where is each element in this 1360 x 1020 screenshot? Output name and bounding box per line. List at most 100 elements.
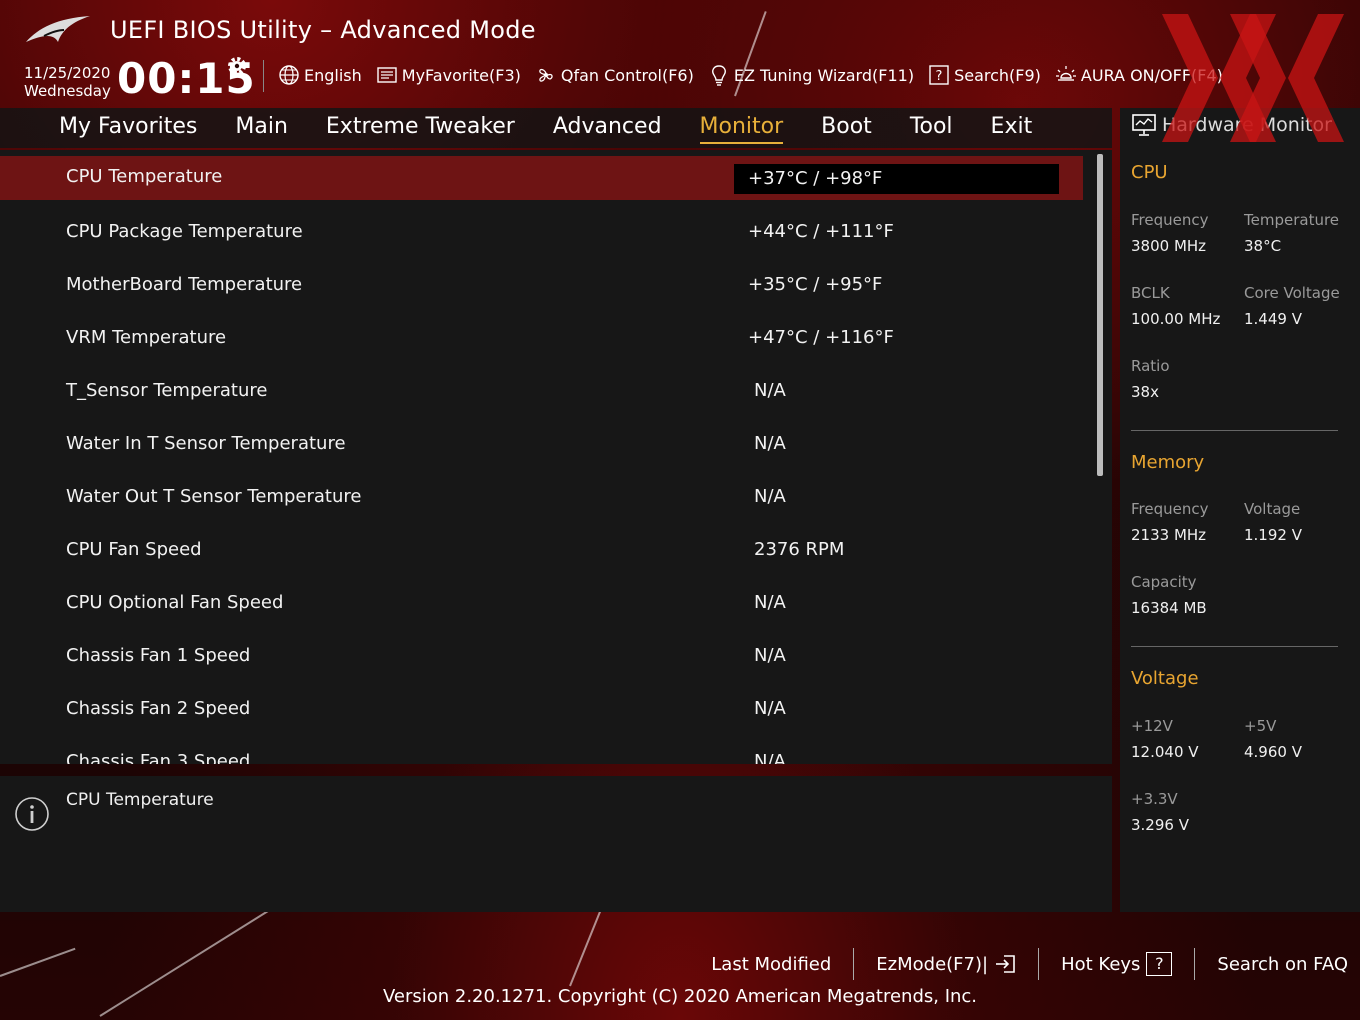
myfavorite-button[interactable]: MyFavorite(F3) (376, 64, 521, 86)
ez-tuning-wizard-label: EZ Tuning Wizard(F11) (733, 65, 915, 85)
core-voltage-value: 1.449 V (1244, 310, 1302, 328)
row-label: Chassis Fan 2 Speed (66, 698, 251, 719)
bclk-value: 100.00 MHz (1131, 310, 1221, 328)
help-key-icon: ? (1146, 952, 1173, 976)
v5-value: 4.960 V (1244, 743, 1302, 761)
tab-boot[interactable]: Boot (802, 108, 891, 148)
last-modified-label: Last Modified (711, 953, 832, 975)
cpu-frequency-label: Frequency (1131, 211, 1209, 229)
qfan-control-button[interactable]: Qfan Control(F6) (535, 64, 694, 86)
cpu-temperature-label: Temperature (1244, 211, 1340, 229)
bclk-label: BCLK (1131, 284, 1170, 302)
last-modified-button[interactable]: Last Modified (689, 948, 853, 980)
cpu-section-heading: CPU (1131, 162, 1168, 183)
cpu-frequency-value: 3800 MHz (1131, 237, 1207, 255)
favorite-icon (377, 67, 397, 83)
row-value: N/A (754, 380, 786, 401)
list-item[interactable]: T_Sensor Temperature N/A (0, 368, 1083, 412)
monitor-list[interactable]: CPU Temperature +37°C / +98°F CPU Packag… (0, 150, 1112, 764)
memory-capacity-label: Capacity (1131, 573, 1197, 591)
help-panel: CPU Temperature (0, 776, 1112, 912)
hardware-monitor-panel: Hardware Monitor CPU Frequency 3800 MHz … (1120, 108, 1360, 912)
hot-keys-label: Hot Keys (1061, 953, 1141, 975)
list-item[interactable]: Chassis Fan 3 Speed N/A (0, 739, 1083, 764)
row-label: VRM Temperature (66, 327, 227, 348)
language-button[interactable]: English (278, 64, 362, 86)
list-item[interactable]: CPU Optional Fan Speed N/A (0, 580, 1083, 624)
date-display: 11/25/2020 Wednesday (24, 64, 111, 100)
row-label: Water In T Sensor Temperature (66, 433, 346, 454)
app-title: UEFI BIOS Utility – Advanced Mode (110, 16, 536, 44)
row-label: Chassis Fan 1 Speed (66, 645, 251, 666)
rog-logo-icon (26, 16, 90, 42)
list-item[interactable]: MotherBoard Temperature +35°C / +95°F (0, 262, 1083, 306)
list-item[interactable]: Water In T Sensor Temperature N/A (0, 421, 1083, 465)
search-faq-button[interactable]: Search on FAQ (1194, 948, 1348, 980)
scrollbar[interactable] (1097, 154, 1103, 476)
list-item[interactable]: VRM Temperature +47°C / +116°F (0, 315, 1083, 359)
row-value: N/A (754, 751, 786, 764)
memory-voltage-label: Voltage (1244, 500, 1301, 518)
memory-capacity-value: 16384 MB (1131, 599, 1207, 617)
voltage-section-heading: Voltage (1131, 668, 1199, 689)
v33-value: 3.296 V (1131, 816, 1189, 834)
list-item[interactable]: Water Out T Sensor Temperature N/A (0, 474, 1083, 518)
row-label: T_Sensor Temperature (66, 380, 268, 401)
row-value: +35°C / +95°F (748, 274, 883, 295)
tab-my-favorites[interactable]: My Favorites (40, 108, 216, 148)
row-label: CPU Package Temperature (66, 221, 303, 242)
search-label: Search(F9) (954, 65, 1041, 85)
row-label: CPU Optional Fan Speed (66, 592, 284, 613)
memory-frequency-label: Frequency (1131, 500, 1209, 518)
ezmode-label: EzMode(F7)| (876, 953, 989, 975)
section-divider (1131, 646, 1338, 647)
list-item-selected[interactable]: CPU Temperature +37°C / +98°F (0, 156, 1083, 200)
myfavorite-label: MyFavorite(F3) (401, 65, 521, 85)
weekday-text: Wednesday (24, 82, 111, 100)
v12-value: 12.040 V (1131, 743, 1199, 761)
main-tab-bar: My Favorites Main Extreme Tweaker Advanc… (0, 108, 1112, 148)
row-value: N/A (754, 433, 786, 454)
ratio-value: 38x (1131, 383, 1159, 401)
row-value: 2376 RPM (754, 539, 845, 560)
row-value-box: +37°C / +98°F (734, 164, 1059, 194)
gear-icon[interactable] (225, 54, 249, 78)
section-divider (1131, 430, 1338, 431)
v12-label: +12V (1131, 717, 1173, 735)
core-voltage-label: Core Voltage (1244, 284, 1340, 302)
ezmode-button[interactable]: EzMode(F7)| (853, 948, 1038, 980)
row-value: N/A (754, 645, 786, 666)
list-item[interactable]: Chassis Fan 2 Speed N/A (0, 686, 1083, 730)
exit-arrow-icon (996, 955, 1015, 973)
row-value: +44°C / +111°F (748, 221, 894, 242)
list-item[interactable]: Chassis Fan 1 Speed N/A (0, 633, 1083, 677)
tab-main[interactable]: Main (216, 108, 307, 148)
language-label: English (304, 65, 362, 85)
date-text: 11/25/2020 (24, 64, 111, 82)
row-value: N/A (754, 486, 786, 507)
row-label: CPU Fan Speed (66, 539, 202, 560)
row-label: Chassis Fan 3 Speed (66, 751, 251, 764)
tab-exit[interactable]: Exit (972, 108, 1052, 148)
tab-monitor[interactable]: Monitor (681, 108, 803, 148)
rog-watermark-icon (1162, 14, 1344, 142)
tab-extreme-tweaker[interactable]: Extreme Tweaker (307, 108, 534, 148)
monitor-icon (1132, 114, 1156, 136)
hot-keys-button[interactable]: Hot Keys ? (1038, 948, 1194, 980)
header-divider (263, 60, 264, 92)
row-label: Water Out T Sensor Temperature (66, 486, 362, 507)
globe-icon (279, 65, 299, 85)
list-item[interactable]: CPU Package Temperature +44°C / +111°F (0, 209, 1083, 253)
tab-advanced[interactable]: Advanced (534, 108, 681, 148)
search-faq-label: Search on FAQ (1217, 953, 1348, 975)
tab-tool[interactable]: Tool (891, 108, 972, 148)
memory-voltage-value: 1.192 V (1244, 526, 1302, 544)
v33-label: +3.3V (1131, 790, 1178, 808)
fan-icon (539, 68, 553, 82)
footer-links: Last Modified EzMode(F7)| Hot Keys ? Sea… (689, 948, 1348, 980)
search-button[interactable]: ? Search(F9) (928, 64, 1041, 86)
row-value: N/A (754, 698, 786, 719)
help-text: CPU Temperature (66, 790, 214, 810)
list-item[interactable]: CPU Fan Speed 2376 RPM (0, 527, 1083, 571)
ez-tuning-wizard-button[interactable]: EZ Tuning Wizard(F11) (708, 64, 914, 86)
